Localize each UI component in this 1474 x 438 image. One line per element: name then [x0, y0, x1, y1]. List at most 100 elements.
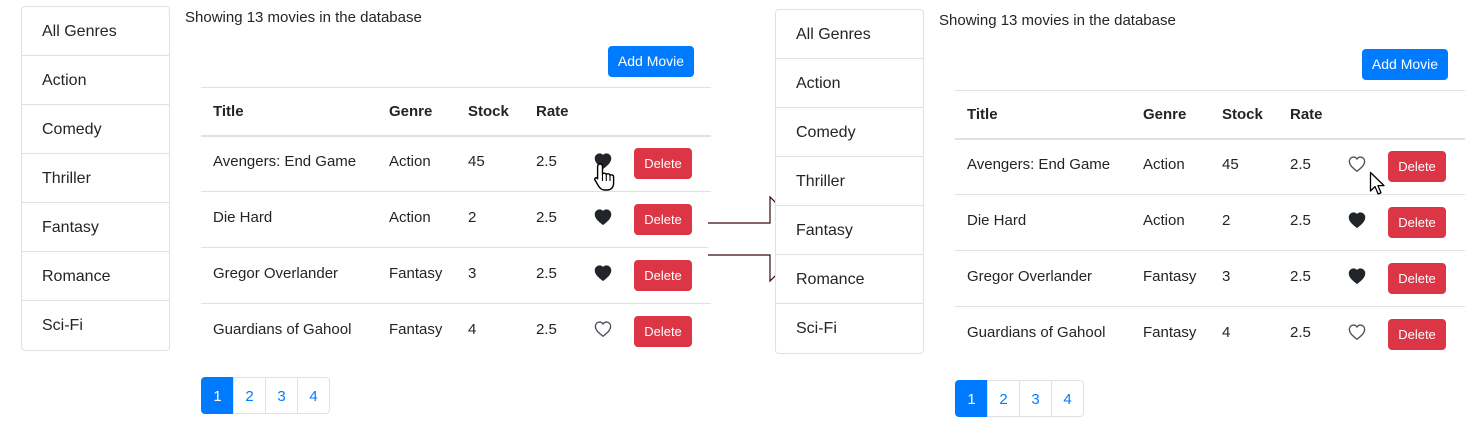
heart-icon[interactable] — [594, 321, 612, 338]
genre-list: All Genres Action Comedy Thriller Fantas… — [21, 6, 170, 351]
movie-count-text: Showing 13 movies in the database — [185, 9, 422, 26]
movie-genre: Fantasy — [377, 303, 456, 360]
heart-icon[interactable] — [1348, 268, 1366, 285]
movie-genre: Fantasy — [377, 247, 456, 304]
delete-cell: Delete — [1376, 306, 1465, 363]
genre-item-action[interactable]: Action — [22, 56, 169, 105]
movie-rate: 2.5 — [1278, 250, 1334, 307]
page-link-2[interactable]: 2 — [233, 377, 266, 414]
like-cell — [580, 247, 622, 304]
column-header-rate[interactable]: Rate — [1278, 90, 1334, 140]
movie-stock: 4 — [456, 303, 524, 360]
like-cell — [580, 303, 622, 360]
screenshot-after: All Genres Action Comedy Thriller Fantas… — [754, 3, 1474, 438]
movie-stock: 4 — [1210, 306, 1278, 363]
page-link-1[interactable]: 1 — [201, 377, 234, 414]
column-header-rate[interactable]: Rate — [524, 87, 580, 137]
movie-title: Gregor Overlander — [955, 250, 1131, 307]
movie-genre: Action — [1131, 138, 1210, 195]
table-header-row: Title Genre Stock Rate — [201, 87, 711, 137]
delete-button[interactable]: Delete — [634, 204, 692, 235]
movie-title: Guardians of Gahool — [201, 303, 377, 360]
genre-item-romance[interactable]: Romance — [776, 255, 923, 304]
column-header-like — [580, 87, 622, 137]
heart-icon[interactable] — [594, 265, 612, 282]
genre-item-comedy[interactable]: Comedy — [776, 108, 923, 157]
page-link-4[interactable]: 4 — [297, 377, 330, 414]
pagination: 1 2 3 4 — [201, 377, 330, 414]
screenshot-before: All Genres Action Comedy Thriller Fantas… — [0, 0, 740, 435]
delete-button[interactable]: Delete — [1388, 207, 1446, 238]
column-header-genre[interactable]: Genre — [377, 87, 456, 137]
table-row: Die Hard Action 2 2.5 Delete — [955, 194, 1465, 251]
table-row: Avengers: End Game Action 45 2.5 Delete — [955, 138, 1465, 195]
pagination: 1 2 3 4 — [955, 380, 1084, 417]
table-row: Avengers: End Game Action 45 2.5 Delete — [201, 135, 711, 192]
column-header-title[interactable]: Title — [201, 87, 377, 137]
delete-button[interactable]: Delete — [634, 316, 692, 348]
heart-icon[interactable] — [1348, 324, 1366, 341]
heart-icon[interactable] — [1348, 156, 1366, 173]
page-link-3[interactable]: 3 — [265, 377, 298, 414]
delete-cell: Delete — [622, 303, 711, 360]
movies-table: Title Genre Stock Rate Avengers: End Gam… — [955, 90, 1465, 363]
table-row: Guardians of Gahool Fantasy 4 2.5 Delete — [201, 303, 711, 360]
movie-rate: 2.5 — [1278, 138, 1334, 195]
like-cell — [1334, 306, 1376, 363]
movie-genre: Action — [1131, 194, 1210, 251]
delete-button[interactable]: Delete — [634, 148, 692, 180]
genre-item-sci-fi[interactable]: Sci-Fi — [22, 301, 169, 350]
genre-item-romance[interactable]: Romance — [22, 252, 169, 301]
movie-rate: 2.5 — [524, 191, 580, 248]
column-header-genre[interactable]: Genre — [1131, 90, 1210, 140]
movie-title: Die Hard — [955, 194, 1131, 251]
movie-stock: 45 — [456, 135, 524, 192]
add-movie-button[interactable]: Add Movie — [608, 46, 694, 77]
like-cell — [1334, 194, 1376, 251]
page-link-2[interactable]: 2 — [987, 380, 1020, 417]
table-row: Gregor Overlander Fantasy 3 2.5 Delete — [201, 247, 711, 304]
genre-item-all-genres[interactable]: All Genres — [22, 7, 169, 56]
movie-rate: 2.5 — [1278, 194, 1334, 251]
movie-count-text: Showing 13 movies in the database — [939, 12, 1176, 29]
page-link-4[interactable]: 4 — [1051, 380, 1084, 417]
heart-icon[interactable] — [594, 153, 612, 170]
column-header-stock[interactable]: Stock — [1210, 90, 1278, 140]
delete-button[interactable]: Delete — [1388, 319, 1446, 351]
movie-genre: Fantasy — [1131, 306, 1210, 363]
delete-button[interactable]: Delete — [1388, 263, 1446, 294]
genre-item-action[interactable]: Action — [776, 59, 923, 108]
add-movie-button[interactable]: Add Movie — [1362, 49, 1448, 80]
movie-rate: 2.5 — [524, 303, 580, 360]
column-header-title[interactable]: Title — [955, 90, 1131, 140]
genre-item-sci-fi[interactable]: Sci-Fi — [776, 304, 923, 353]
column-header-like — [1334, 90, 1376, 140]
genre-item-comedy[interactable]: Comedy — [22, 105, 169, 154]
page-link-3[interactable]: 3 — [1019, 380, 1052, 417]
column-header-delete — [622, 87, 711, 137]
column-header-stock[interactable]: Stock — [456, 87, 524, 137]
table-row: Gregor Overlander Fantasy 3 2.5 Delete — [955, 250, 1465, 307]
like-cell — [580, 135, 622, 192]
delete-button[interactable]: Delete — [1388, 151, 1446, 183]
delete-cell: Delete — [1376, 138, 1465, 195]
genre-item-thriller[interactable]: Thriller — [776, 157, 923, 206]
delete-button[interactable]: Delete — [634, 260, 692, 291]
movie-genre: Action — [377, 135, 456, 192]
delete-cell: Delete — [622, 135, 711, 192]
genre-list: All Genres Action Comedy Thriller Fantas… — [775, 9, 924, 354]
genre-item-all-genres[interactable]: All Genres — [776, 10, 923, 59]
like-cell — [1334, 250, 1376, 307]
heart-icon[interactable] — [1348, 212, 1366, 229]
genre-item-fantasy[interactable]: Fantasy — [776, 206, 923, 255]
table-header-row: Title Genre Stock Rate — [955, 90, 1465, 140]
movie-genre: Fantasy — [1131, 250, 1210, 307]
genre-item-fantasy[interactable]: Fantasy — [22, 203, 169, 252]
movie-stock: 45 — [1210, 138, 1278, 195]
page-link-1[interactable]: 1 — [955, 380, 988, 417]
movie-title: Gregor Overlander — [201, 247, 377, 304]
movie-stock: 3 — [1210, 250, 1278, 307]
like-cell — [580, 191, 622, 248]
genre-item-thriller[interactable]: Thriller — [22, 154, 169, 203]
heart-icon[interactable] — [594, 209, 612, 226]
